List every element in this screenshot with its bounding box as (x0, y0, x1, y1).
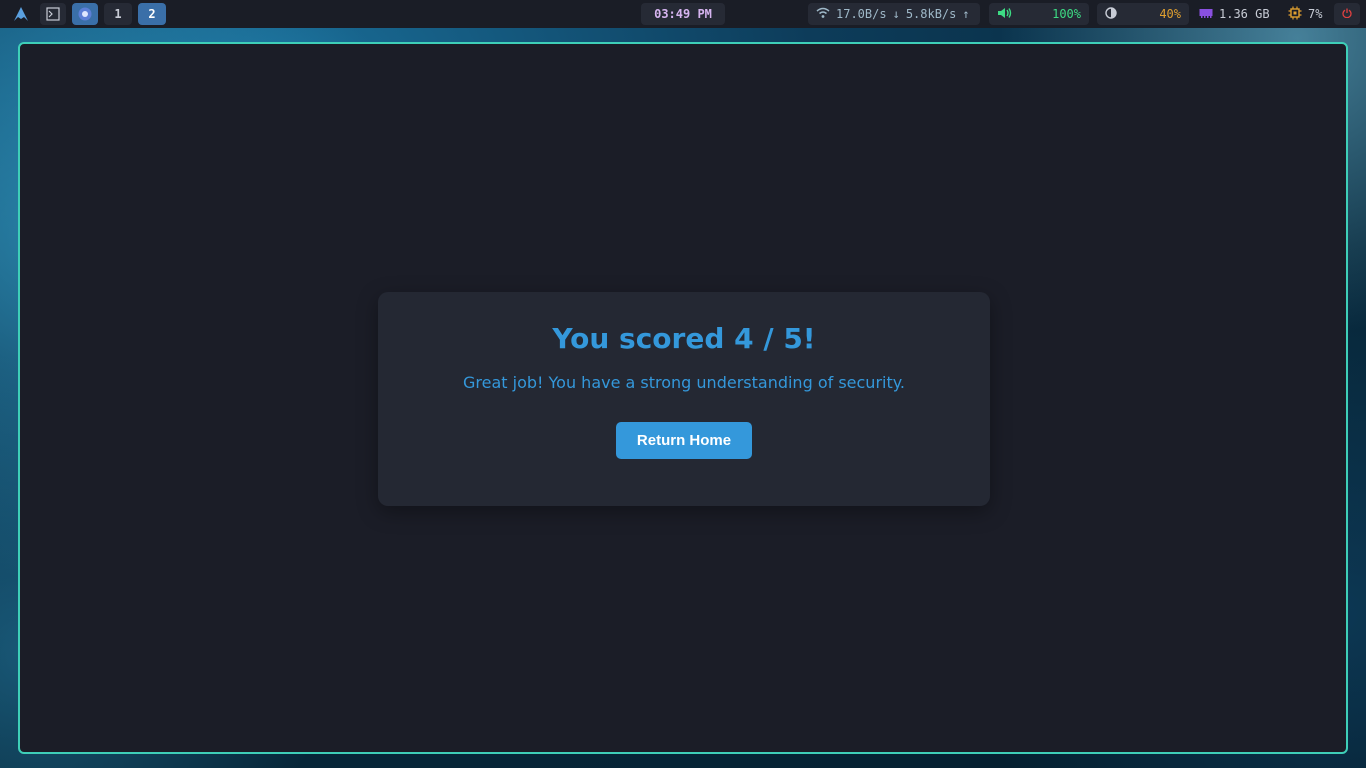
arch-logo-icon[interactable] (8, 3, 34, 25)
up-arrow-icon: ↑ (962, 7, 970, 21)
result-message: Great job! You have a strong understandi… (462, 373, 906, 392)
power-icon (1342, 7, 1352, 21)
cpu-usage: 7% (1308, 7, 1323, 21)
workspace-1[interactable]: 1 (104, 3, 132, 25)
memory-icon (1199, 7, 1213, 21)
brightness-icon (1105, 6, 1117, 22)
down-arrow-icon: ↓ (892, 7, 900, 21)
memory-usage: 1.36 GB (1219, 7, 1270, 21)
browser-icon[interactable] (72, 3, 98, 25)
volume-level: 100% (1052, 7, 1081, 21)
app-window: You scored 4 / 5! Great job! You have a … (18, 42, 1348, 754)
clock: 03:49 PM (641, 3, 725, 25)
network-up: 5.8kB/s (905, 7, 957, 21)
wifi-icon (816, 7, 830, 22)
result-card: You scored 4 / 5! Great job! You have a … (378, 292, 990, 506)
network-down: 17.0B/s (836, 7, 887, 21)
network-indicator: 17.0B/s ↓ 5.8kB/s ↑ (808, 3, 980, 25)
memory-indicator: 1.36 GB (1195, 3, 1281, 25)
cpu-icon (1288, 6, 1302, 23)
power-button[interactable] (1334, 3, 1360, 25)
cpu-indicator: 7% (1284, 3, 1328, 25)
score-title: You scored 4 / 5! (552, 322, 816, 355)
brightness-indicator[interactable]: 40% (1097, 3, 1189, 25)
workspace-2[interactable]: 2 (138, 3, 166, 25)
brightness-level: 40% (1159, 7, 1181, 21)
status-bar: 1 2 03:49 PM 17.0B/s ↓ 5.8kB/s ↑ 100% 40… (0, 0, 1366, 28)
volume-indicator[interactable]: 100% (989, 3, 1089, 25)
terminal-icon[interactable] (40, 3, 66, 25)
speaker-icon (997, 7, 1013, 22)
return-home-button[interactable]: Return Home (616, 422, 752, 459)
